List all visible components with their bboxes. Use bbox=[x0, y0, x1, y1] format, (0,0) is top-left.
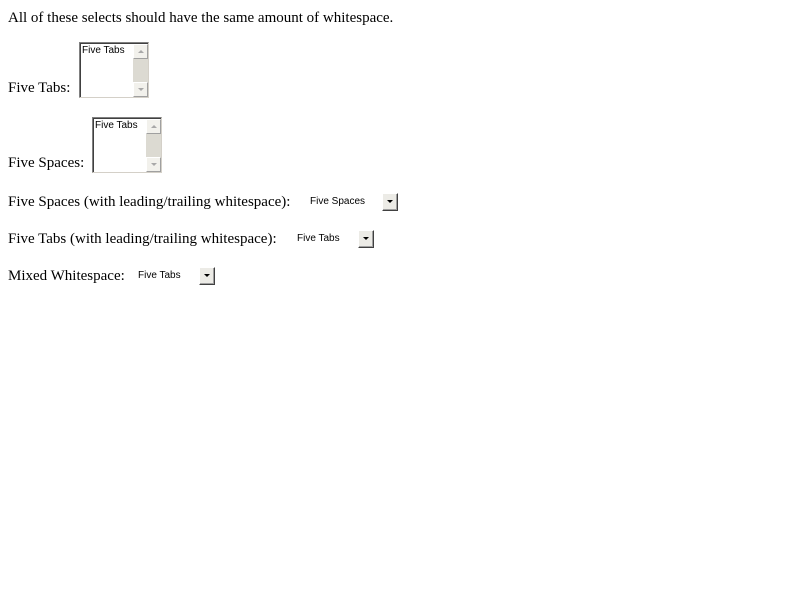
listbox-option[interactable]: Five Tabs bbox=[82, 45, 125, 57]
mixed-whitespace-label: Mixed Whitespace: bbox=[8, 268, 125, 284]
chevron-down-icon bbox=[387, 200, 393, 203]
five-spaces-listbox[interactable]: Five Tabs bbox=[92, 117, 162, 173]
scrollbar-track[interactable] bbox=[146, 134, 161, 157]
five-spaces-ws-select[interactable]: Five Spaces bbox=[306, 192, 399, 212]
chevron-up-icon bbox=[151, 125, 157, 128]
chevron-down-icon bbox=[204, 274, 210, 277]
five-tabs-label: Five Tabs: bbox=[8, 80, 71, 96]
chevron-down-icon bbox=[138, 88, 144, 91]
dropdown-button[interactable] bbox=[199, 267, 215, 285]
intro-text: All of these selects should have the sam… bbox=[8, 10, 394, 26]
listbox-option[interactable]: Five Tabs bbox=[95, 120, 138, 132]
five-tabs-listbox[interactable]: Five Tabs bbox=[79, 42, 149, 98]
five-spaces-label: Five Spaces: bbox=[8, 155, 85, 171]
scroll-down-button[interactable] bbox=[146, 157, 161, 172]
five-tabs-ws-label: Five Tabs (with leading/trailing whitesp… bbox=[8, 231, 277, 247]
scroll-up-button[interactable] bbox=[146, 119, 161, 134]
dropdown-button[interactable] bbox=[358, 230, 374, 248]
scroll-up-button[interactable] bbox=[133, 44, 148, 59]
scrollbar-track[interactable] bbox=[133, 59, 148, 82]
chevron-up-icon bbox=[138, 50, 144, 53]
mixed-whitespace-select[interactable]: Five Tabs bbox=[134, 266, 216, 286]
selected-value: Five Spaces bbox=[310, 196, 366, 207]
listbox-scrollbar[interactable] bbox=[133, 44, 148, 97]
selected-value: Five Tabs bbox=[297, 233, 340, 244]
five-tabs-ws-select[interactable]: Five Tabs bbox=[293, 229, 375, 249]
listbox-scrollbar[interactable] bbox=[146, 119, 161, 172]
five-spaces-ws-label: Five Spaces (with leading/trailing white… bbox=[8, 194, 291, 210]
scroll-down-button[interactable] bbox=[133, 82, 148, 97]
chevron-down-icon bbox=[363, 237, 369, 240]
chevron-down-icon bbox=[151, 163, 157, 166]
dropdown-button[interactable] bbox=[382, 193, 398, 211]
selected-value: Five Tabs bbox=[138, 270, 181, 281]
